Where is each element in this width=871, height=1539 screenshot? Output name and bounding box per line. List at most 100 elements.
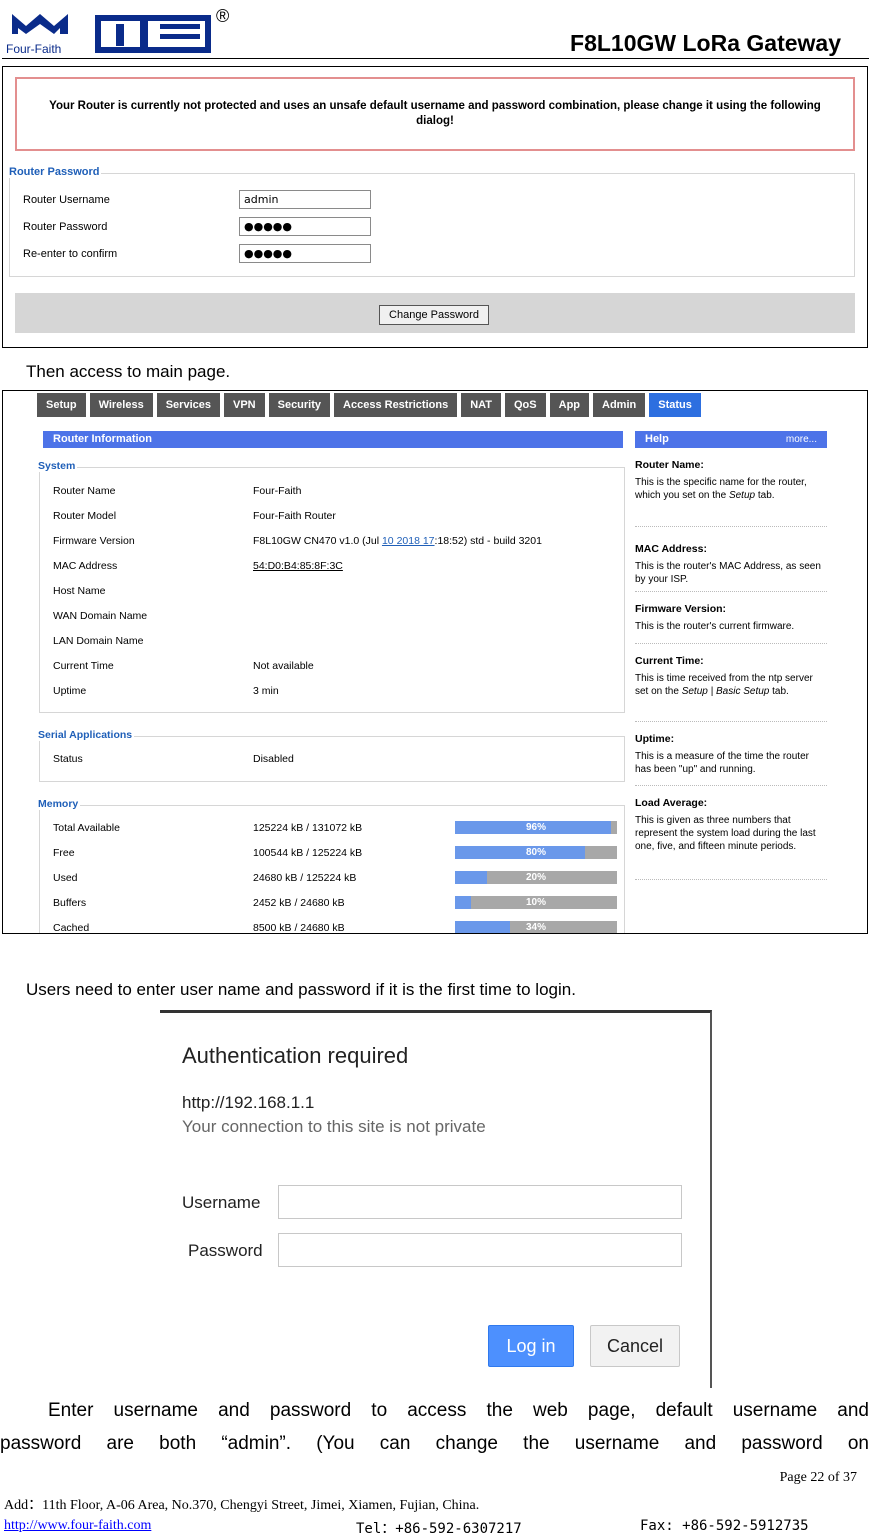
help-item-text: This is the router's MAC Address, as see…: [635, 560, 827, 586]
help-item-title: Uptime:: [635, 733, 675, 745]
confirm-input[interactable]: ●●●●●: [239, 244, 371, 263]
firmware-date-link[interactable]: 10 2018 17: [382, 535, 435, 547]
memory-row-value: 24680 kB / 125224 kB: [253, 872, 357, 884]
help-text-part: This is a measure of the time the router…: [635, 751, 809, 775]
auth-note: Your connection to this site is not priv…: [182, 1117, 486, 1136]
system-row-label: MAC Address: [53, 560, 118, 572]
footer-address: Add：11th Floor, A-06 Area, No.370, Cheng…: [4, 1498, 480, 1513]
nav-tab-admin[interactable]: Admin: [593, 393, 646, 417]
registered-mark: ®: [216, 6, 229, 26]
auth-password-input[interactable]: [278, 1233, 682, 1267]
memory-legend: Memory: [36, 798, 81, 810]
system-row-value: Four-Faith Router: [253, 510, 336, 522]
memory-usage-bar: 96%: [455, 821, 617, 834]
firmware-post: :18:52) std - build 3201: [434, 535, 542, 547]
nav-tab-app[interactable]: App: [549, 393, 590, 417]
help-item: Router Name: This is the specific name fo…: [635, 459, 827, 502]
nav-tab-qos[interactable]: QoS: [505, 393, 546, 417]
nav-tab-access-restrictions[interactable]: Access Restrictions: [334, 393, 458, 417]
nav-tab-nat[interactable]: NAT: [461, 393, 501, 417]
help-text-part: Setup: [728, 490, 756, 501]
memory-row-value: 100544 kB / 125224 kB: [253, 847, 363, 859]
authentication-dialog: Authentication required http://192.168.1…: [160, 1010, 712, 1388]
system-row-value: Not available: [253, 660, 314, 672]
system-row-label: Uptime: [53, 685, 87, 697]
document-title: F8L10GW LoRa Gateway: [570, 30, 841, 56]
four-faith-logo: Four-Faith ®: [4, 6, 244, 56]
help-item: Firmware Version: This is the router's cu…: [635, 603, 827, 633]
help-text-part: tab.: [769, 686, 789, 697]
password-change-screenshot: Your Router is currently not protected a…: [2, 66, 868, 348]
memory-row-label: Used: [53, 872, 78, 884]
help-item-title: Load Average:: [635, 797, 708, 809]
confirm-label: Re-enter to confirm: [23, 248, 118, 260]
nav-tab-services[interactable]: Services: [156, 393, 220, 417]
help-item-text: This is the router's current firmware.: [635, 620, 827, 633]
password-label: Router Password: [23, 221, 108, 233]
auth-url: http://192.168.1.1: [182, 1093, 315, 1112]
help-text-part: This is the specific name for the router…: [635, 477, 807, 501]
memory-usage-percent: 34%: [525, 922, 546, 933]
help-text-part: This is the router's current firmware.: [635, 621, 795, 632]
nav-tab-status[interactable]: Status: [649, 393, 701, 417]
help-separator: [635, 526, 827, 527]
memory-usage-percent: 80%: [525, 847, 546, 858]
help-separator: [635, 643, 827, 644]
firmware-pre: F8L10GW CN470 v1.0 (Jul: [253, 535, 382, 547]
memory-usage-bar: 80%: [455, 846, 617, 859]
help-item: Uptime: This is a measure of the time the…: [635, 733, 827, 776]
system-row-label: Current Time: [53, 660, 114, 672]
paragraph-line-1: Enter username and password to access th…: [48, 1400, 869, 1421]
help-item-text: This is given as three numbers that repr…: [635, 814, 827, 853]
memory-row-value: 125224 kB / 131072 kB: [253, 822, 363, 834]
help-item-text: This is a measure of the time the router…: [635, 750, 827, 776]
system-row-value: 54:D0:B4:85:8F:3C: [253, 560, 343, 572]
login-button[interactable]: Log in: [488, 1325, 574, 1367]
logo-mark-icon: Four-Faith ®: [6, 6, 229, 56]
serial-row-value: Disabled: [253, 753, 294, 765]
help-title: Help: [645, 433, 669, 445]
memory-row-label: Cached: [53, 922, 90, 934]
memory-usage-bar: 10%: [455, 896, 617, 909]
paragraph-main-page: Then access to main page.: [26, 362, 231, 381]
memory-usage-percent: 96%: [525, 822, 546, 833]
help-item-text: This is time received from the ntp serve…: [635, 672, 827, 698]
memory-usage-percent: 20%: [525, 872, 546, 883]
footer-telephone: Tel：+86-592-6307217: [356, 1521, 522, 1537]
paragraph-first-login: Users need to enter user name and passwo…: [26, 980, 576, 999]
footer-fax: Fax: +86-592-5912735: [640, 1518, 809, 1534]
help-item: Load Average: This is given as three numb…: [635, 797, 827, 853]
logo-text: Four-Faith: [6, 42, 61, 56]
change-password-button[interactable]: Change Password: [379, 305, 489, 325]
status-page-screenshot: Setup Wireless Services VPN Security Access R…: [2, 390, 868, 934]
help-item-title: Current Time:: [635, 655, 704, 667]
help-item-title: Firmware Version:: [635, 603, 727, 615]
cancel-button[interactable]: Cancel: [590, 1325, 680, 1367]
system-row-label: Firmware Version: [53, 535, 135, 547]
system-row-label: Router Model: [53, 510, 117, 522]
help-separator: [635, 721, 827, 722]
memory-row-label: Free: [53, 847, 75, 859]
memory-usage-percent: 10%: [525, 897, 546, 908]
help-item-text: This is the specific name for the router…: [635, 476, 827, 502]
username-input[interactable]: admin: [239, 190, 371, 209]
memory-usage-bar: 20%: [455, 871, 617, 884]
help-more-link[interactable]: more...: [786, 431, 817, 448]
help-text-part: tab.: [755, 490, 775, 501]
auth-username-input[interactable]: [278, 1185, 682, 1219]
system-row-label: Host Name: [53, 585, 106, 597]
nav-tab-security[interactable]: Security: [268, 393, 331, 417]
footer-website-link[interactable]: http://www.four-faith.com: [4, 1518, 151, 1534]
password-input[interactable]: ●●●●●: [239, 217, 371, 236]
nav-tab-setup[interactable]: Setup: [37, 393, 86, 417]
main-nav-tabs: Setup Wireless Services VPN Security Access R…: [37, 393, 701, 417]
help-header: Help more...: [635, 431, 827, 448]
nav-tab-wireless[interactable]: Wireless: [89, 393, 153, 417]
help-item-title: Router Name:: [635, 459, 704, 471]
nav-tab-vpn[interactable]: VPN: [223, 393, 265, 417]
memory-row-label: Buffers: [53, 897, 87, 909]
router-password-legend: Router Password: [7, 166, 102, 178]
help-separator: [635, 879, 827, 880]
page-number: Page 22 of 37: [779, 1470, 857, 1485]
system-row-value: 3 min: [253, 685, 279, 697]
